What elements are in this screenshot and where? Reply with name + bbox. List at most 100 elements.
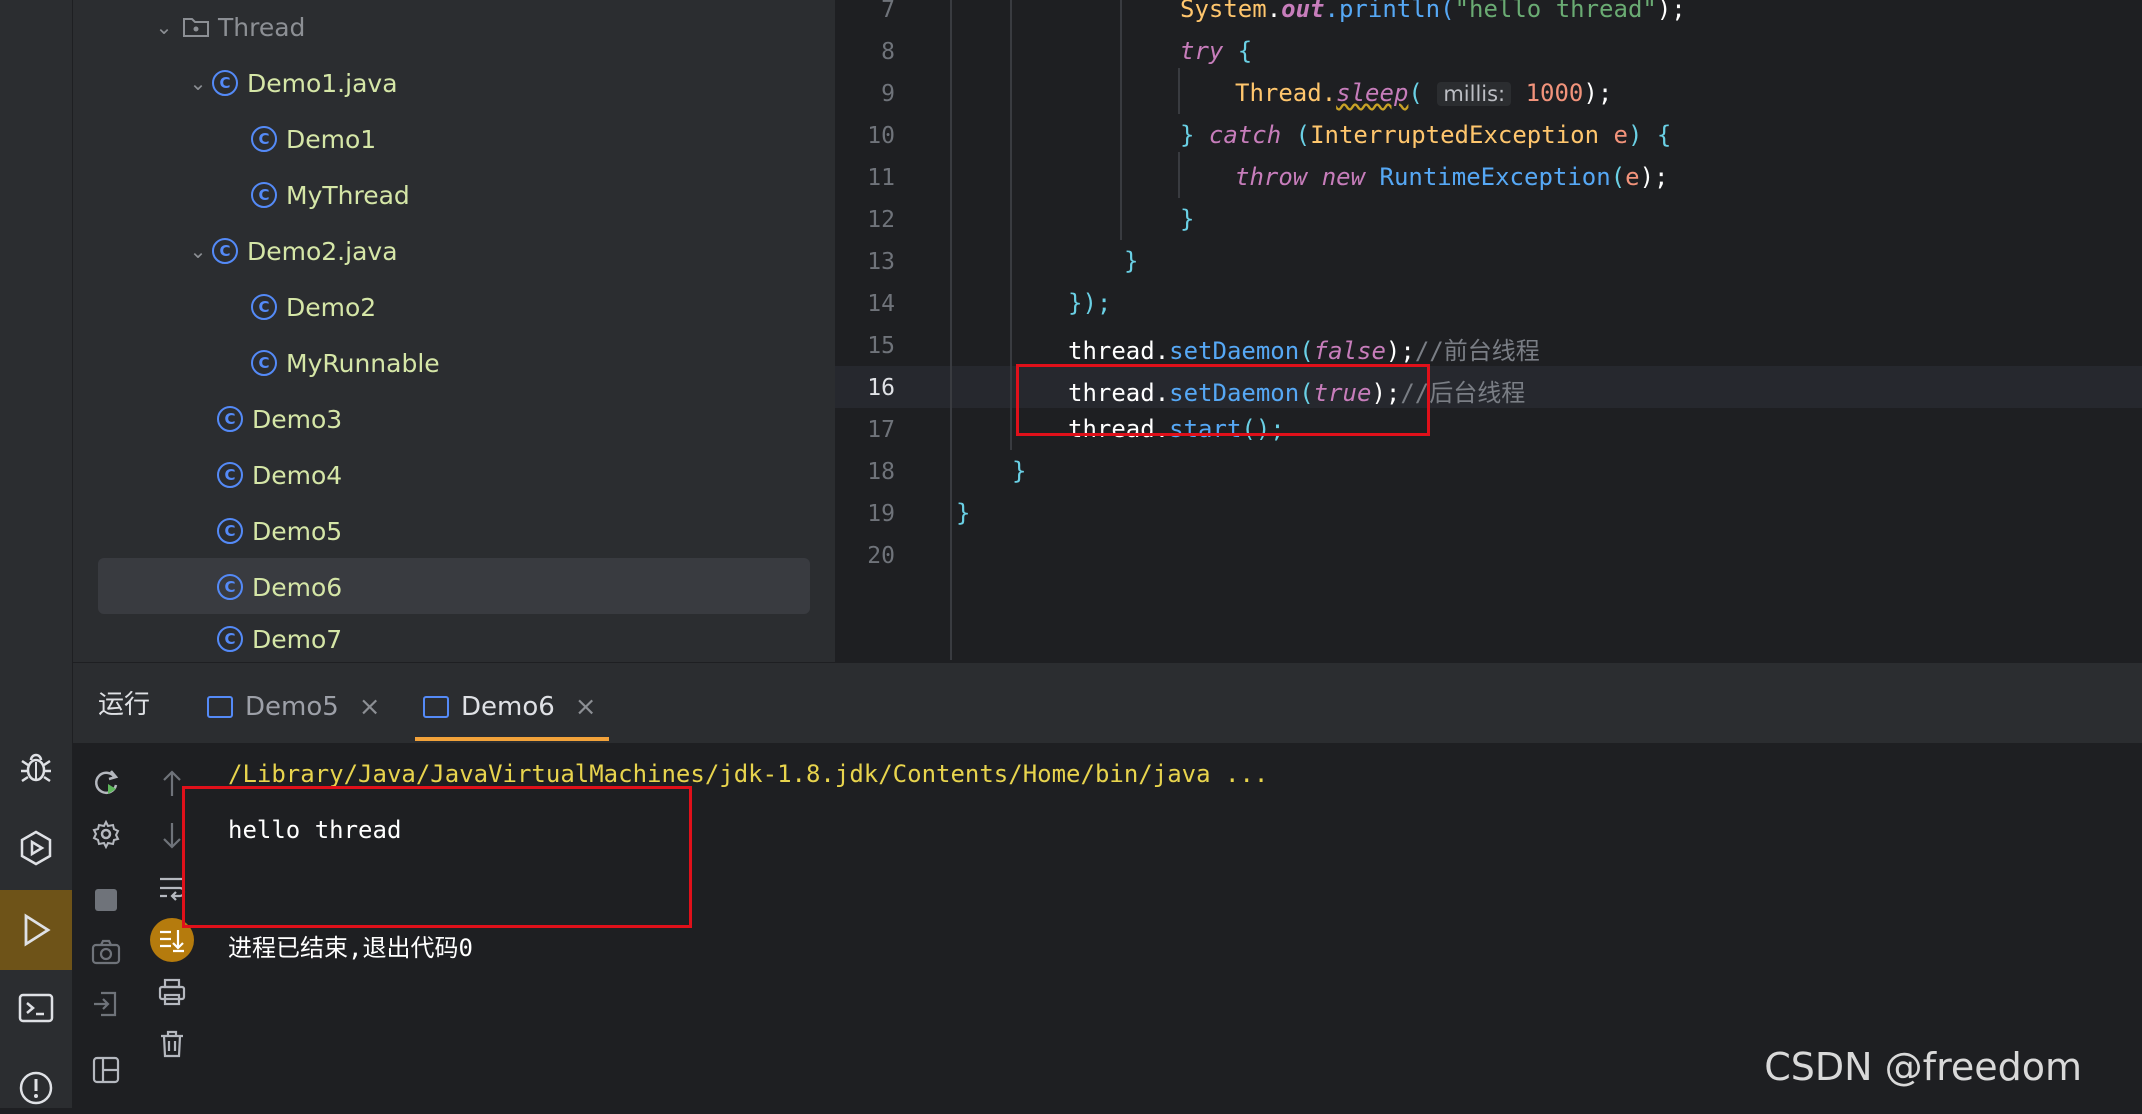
console-exit-line: 进程已结束,退出代码0: [228, 934, 473, 962]
services-icon[interactable]: [10, 822, 62, 874]
line-number: 12: [867, 207, 895, 233]
indent-guide: [1010, 0, 1012, 450]
tree-item-label: Demo1.java: [247, 68, 398, 98]
run-panel-title: 运行: [98, 690, 151, 720]
tree-item-thread-folder[interactable]: ⌄ Thread: [150, 3, 306, 51]
tree-item-demo2[interactable]: C Demo2: [251, 283, 376, 331]
tree-item-label: Demo7: [252, 624, 343, 654]
rerun-icon[interactable]: [88, 764, 124, 800]
line-number: 18: [867, 459, 895, 485]
code-line-7: System.out.println("hello thread");: [1180, 0, 1686, 23]
indent-guide: [1120, 0, 1122, 240]
line-number: 7: [881, 0, 895, 23]
console-icon: [207, 696, 233, 718]
tree-item-demo4[interactable]: C Demo4: [217, 451, 342, 499]
code-highlight-box: [1016, 364, 1430, 436]
indent-guide: [1178, 152, 1180, 198]
run-tab-demo6[interactable]: Demo6 ×: [423, 676, 597, 738]
console-highlight-box: [182, 786, 692, 928]
chevron-down-icon[interactable]: ⌄: [184, 239, 212, 263]
layout-icon[interactable]: [88, 1052, 124, 1088]
run-tab-label: Demo6: [461, 692, 555, 722]
gutter-divider: [950, 0, 952, 660]
watermark: CSDN @freedom: [1764, 1045, 2082, 1089]
terminal-icon[interactable]: [10, 982, 62, 1034]
class-icon: C: [212, 70, 238, 96]
console-icon: [423, 696, 449, 718]
tree-item-label: MyThread: [286, 180, 410, 210]
class-icon: C: [251, 126, 277, 152]
line-number: 17: [867, 417, 895, 443]
line-number: 20: [867, 543, 895, 569]
close-icon[interactable]: ×: [575, 692, 597, 722]
code-line-18: }: [1012, 457, 1027, 485]
run-tab-demo5[interactable]: Demo5 ×: [207, 676, 381, 738]
tree-item-label: Thread: [218, 12, 306, 42]
class-icon: C: [217, 406, 243, 432]
class-icon: C: [251, 350, 277, 376]
tree-selection-highlight: [98, 558, 810, 614]
close-icon[interactable]: ×: [359, 692, 381, 722]
tree-item-demo3[interactable]: C Demo3: [217, 395, 342, 443]
line-number-current: 16: [867, 375, 895, 401]
trash-icon[interactable]: [154, 1026, 190, 1062]
code-line-8: try {: [1180, 37, 1253, 65]
tree-item-demo1-java[interactable]: ⌄ C Demo1.java: [184, 59, 398, 107]
code-line-13: }: [1124, 247, 1139, 275]
class-icon: C: [251, 294, 277, 320]
package-folder-icon: [183, 18, 209, 37]
line-number: 15: [867, 333, 895, 359]
code-line-12: }: [1180, 205, 1195, 233]
tree-item-mythread[interactable]: C MyThread: [251, 171, 410, 219]
tree-item-label: Demo6: [252, 572, 343, 602]
line-number: 13: [867, 249, 895, 275]
code-line-11: throw new RuntimeException(e);: [1235, 163, 1669, 191]
class-icon: C: [217, 462, 243, 488]
line-number: 10: [867, 123, 895, 149]
camera-icon[interactable]: [88, 934, 124, 970]
tree-item-myrunnable[interactable]: C MyRunnable: [251, 339, 440, 387]
class-icon: C: [217, 518, 243, 544]
tree-item-demo5[interactable]: C Demo5: [217, 507, 342, 555]
line-number: 9: [881, 81, 895, 107]
print-icon[interactable]: [154, 974, 190, 1010]
code-line-14: });: [1068, 289, 1112, 317]
line-number: 14: [867, 291, 895, 317]
code-line-15: thread.setDaemon(false);//前台线程: [1068, 337, 1540, 365]
chevron-down-icon[interactable]: ⌄: [150, 15, 178, 39]
tree-item-demo6[interactable]: C Demo6: [217, 563, 342, 611]
run-panel-header: [73, 662, 2142, 744]
tree-item-demo1[interactable]: C Demo1: [251, 115, 376, 163]
console-command-line: /Library/Java/JavaVirtualMachines/jdk-1.…: [228, 760, 1269, 788]
exit-icon[interactable]: [88, 986, 124, 1022]
line-number: 11: [867, 165, 895, 191]
class-icon: C: [217, 626, 243, 652]
tree-item-label: Demo1: [286, 124, 377, 154]
tree-item-demo2-java[interactable]: ⌄ C Demo2.java: [184, 227, 398, 275]
tree-item-label: Demo2: [286, 292, 377, 322]
problems-icon[interactable]: [10, 1062, 62, 1114]
parameter-hint: millis:: [1437, 82, 1512, 106]
code-line-10: } catch (InterruptedException e) {: [1180, 121, 1672, 149]
run-tab-label: Demo5: [245, 692, 339, 722]
class-icon: C: [217, 574, 243, 600]
tree-item-label: Demo3: [252, 404, 343, 434]
class-icon: C: [212, 238, 238, 264]
chevron-down-icon[interactable]: ⌄: [184, 71, 212, 95]
debug-icon[interactable]: [10, 742, 62, 794]
tree-item-label: Demo2.java: [247, 236, 398, 266]
code-line-9: Thread.sleep( millis: 1000);: [1235, 79, 1613, 107]
line-number: 8: [881, 39, 895, 65]
class-icon: C: [251, 182, 277, 208]
tree-item-demo7[interactable]: C Demo7: [217, 619, 342, 659]
gear-icon[interactable]: [88, 816, 124, 852]
tree-item-label: Demo5: [252, 516, 343, 546]
active-tab-indicator: [415, 737, 609, 741]
indent-guide: [1178, 68, 1180, 114]
line-number: 19: [867, 501, 895, 527]
tree-item-label: Demo4: [252, 460, 343, 490]
tree-item-label: MyRunnable: [286, 348, 440, 378]
tool-window-strip: [0, 0, 73, 1108]
run-tool-icon[interactable]: [0, 890, 72, 970]
stop-icon[interactable]: [88, 882, 124, 918]
